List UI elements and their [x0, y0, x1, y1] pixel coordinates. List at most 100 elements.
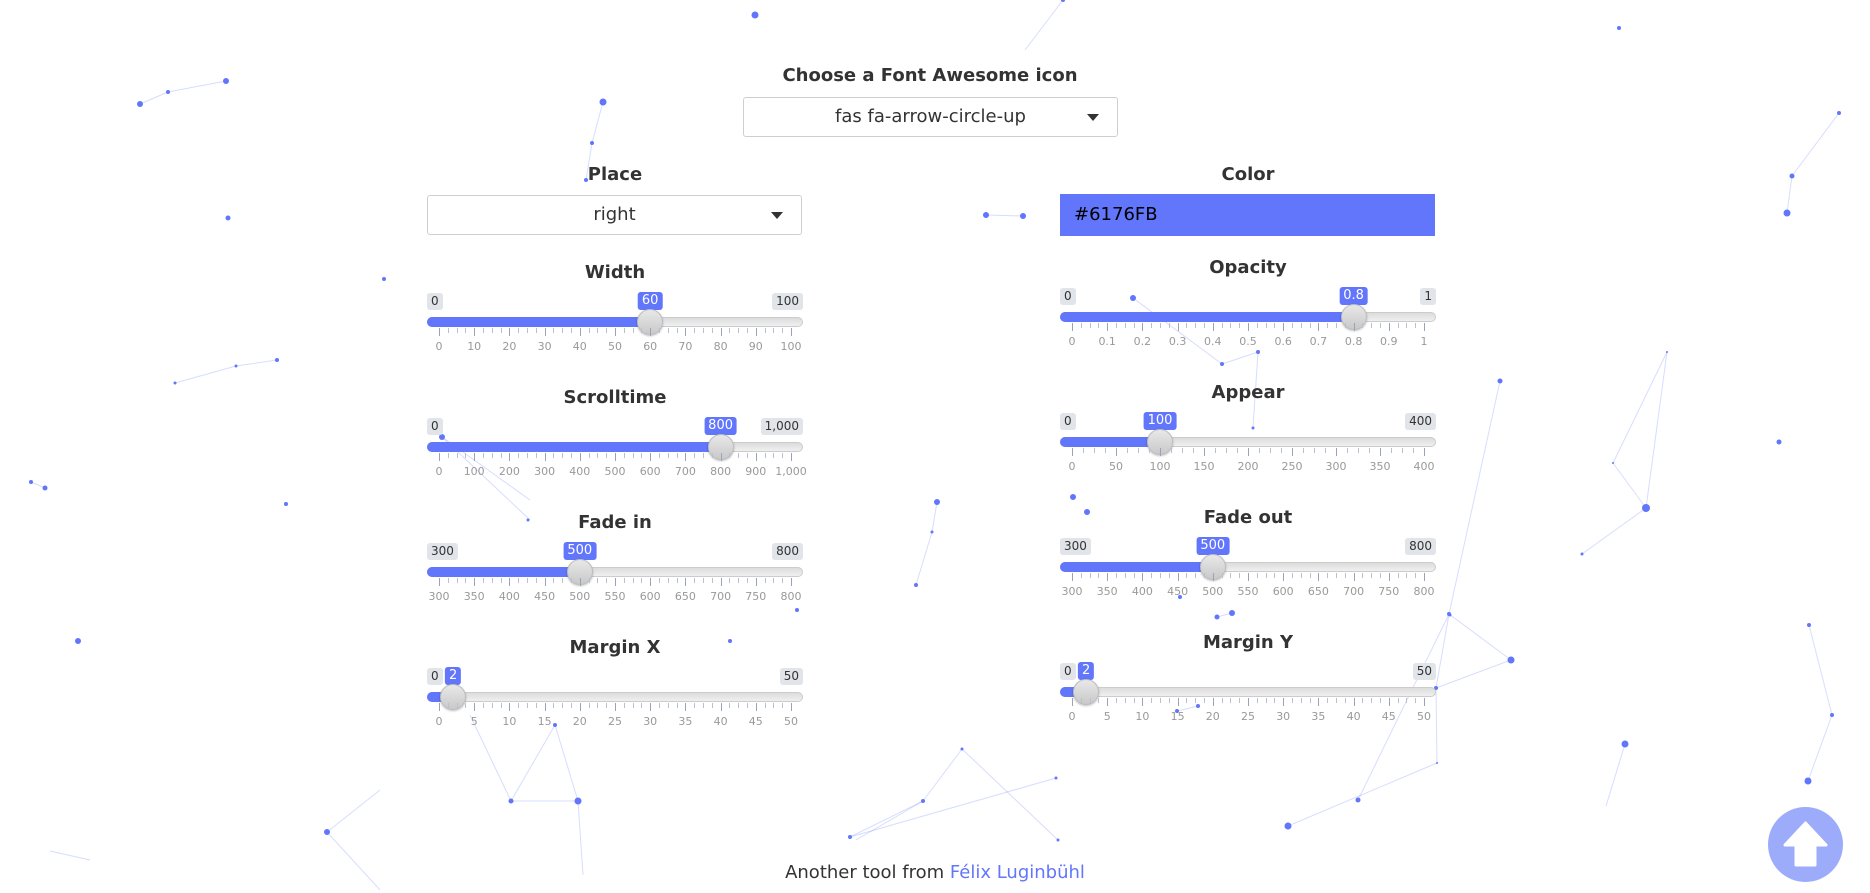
fadeout-slider[interactable]: 300 800 500 300 350 400 450 500 550 600 650 700 750 8…	[1060, 537, 1436, 610]
tick-label: 800	[780, 590, 802, 603]
fadein-fill	[427, 567, 580, 577]
tick-label: 0.3	[1168, 335, 1187, 348]
minor-tick	[491, 328, 493, 333]
tick-label: 70	[678, 340, 693, 353]
minor-tick	[1256, 698, 1258, 703]
marginy-slider[interactable]: 0 50 2 0 5 10 15 20 25 30 35 40 45 50	[1060, 662, 1436, 735]
minor-tick	[738, 578, 740, 583]
width-slider[interactable]: 0 100 60 0 10 20 30 40 50 60 70 80 90 100	[427, 292, 803, 365]
minor-tick	[597, 578, 599, 583]
major-tick	[650, 703, 652, 711]
minor-tick	[1300, 573, 1302, 578]
place-select[interactable]: right	[427, 195, 802, 235]
minor-tick	[456, 453, 458, 458]
major-tick	[1248, 698, 1249, 706]
minor-tick	[1300, 323, 1302, 328]
appear-value-label: 100	[1143, 412, 1177, 430]
opacity-slider[interactable]: 0 1 0.8 0 0.1 0.2 0.3 0.4 0.5 0.6 0.7 0.8 0.9 1	[1060, 287, 1436, 360]
tick-label: 300	[1061, 585, 1083, 598]
minor-tick	[483, 578, 484, 583]
minor-tick	[1221, 573, 1223, 578]
fadeout-fill	[1060, 562, 1213, 572]
tick-label: 300	[1325, 460, 1347, 473]
minor-tick	[1369, 448, 1370, 453]
minor-tick	[1089, 698, 1091, 703]
minor-tick	[729, 453, 731, 458]
major-tick	[509, 328, 511, 336]
color-input[interactable]	[1060, 194, 1435, 236]
minor-tick	[1186, 573, 1188, 578]
major-tick	[1107, 698, 1109, 706]
minor-tick	[606, 703, 608, 708]
tick-label: 80	[713, 340, 728, 353]
minor-tick	[729, 703, 731, 708]
minor-tick	[1274, 323, 1276, 328]
minor-tick	[1080, 698, 1082, 703]
appear-slider[interactable]: 0 400 100 0 50 100 150 200 250 300 350 400	[1060, 412, 1436, 485]
major-tick	[509, 703, 511, 711]
minor-tick	[447, 578, 449, 583]
tick-label: 400	[569, 465, 591, 478]
tick-label: 30	[537, 340, 552, 353]
minor-tick	[1133, 698, 1135, 703]
minor-tick	[1124, 573, 1126, 578]
tick-label: 300	[428, 590, 450, 603]
major-tick	[1072, 323, 1073, 331]
minor-tick	[1397, 323, 1399, 328]
tick-label: 100	[463, 465, 485, 478]
minor-tick	[1182, 448, 1183, 453]
major-tick	[720, 703, 722, 711]
minor-tick	[623, 578, 625, 583]
scrolltime-slider[interactable]: 0 1,000 800 0 100 200 300 400 500 600 700 800 900 1,0…	[427, 417, 807, 490]
fadeout-max-label: 800	[1405, 538, 1436, 555]
minor-tick	[562, 453, 564, 458]
minor-tick	[1195, 573, 1197, 578]
tick-label: 20	[1205, 710, 1220, 723]
fadein-slider[interactable]: 300 800 500 300 350 400 450 500 550 600 650 700 750 8…	[427, 542, 803, 615]
tick-label: 200	[1237, 460, 1259, 473]
tick-label: 350	[463, 590, 485, 603]
minor-tick	[1309, 573, 1311, 578]
width-value-label: 60	[637, 292, 663, 310]
scrolltime-min-label: 0	[427, 418, 443, 435]
scroll-to-top-button[interactable]	[1768, 807, 1843, 882]
author-link[interactable]: Félix Luginbühl	[950, 862, 1085, 883]
tick-label: 10	[1135, 710, 1150, 723]
minor-tick	[1397, 698, 1399, 703]
minor-tick	[1127, 448, 1128, 453]
minor-tick	[500, 328, 502, 333]
marginx-track[interactable]	[427, 692, 803, 702]
marginx-max-label: 50	[779, 668, 803, 685]
minor-tick	[703, 453, 704, 458]
tick-label: 20	[502, 340, 517, 353]
marginy-track[interactable]	[1060, 687, 1436, 697]
minor-tick	[1186, 698, 1188, 703]
minor-tick	[782, 453, 784, 458]
icon-chooser-select[interactable]: fas fa-arrow-circle-up	[743, 97, 1118, 137]
minor-tick	[1265, 323, 1267, 328]
major-tick	[1424, 698, 1425, 706]
minor-tick	[1358, 448, 1359, 453]
arrow-circle-up-icon	[1783, 821, 1828, 867]
chevron-down-icon	[771, 212, 783, 219]
tick-label: 700	[710, 590, 732, 603]
tick-label: 45	[748, 715, 763, 728]
minor-tick	[676, 453, 678, 458]
minor-tick	[1133, 573, 1135, 578]
minor-tick	[747, 453, 748, 458]
minor-tick	[588, 328, 590, 333]
tick-label: 5	[470, 715, 478, 728]
minor-tick	[1195, 698, 1197, 703]
tick-label: 100	[780, 340, 802, 353]
minor-tick	[588, 703, 590, 708]
major-tick	[1388, 323, 1390, 331]
minor-tick	[1336, 698, 1337, 703]
major-tick	[1072, 698, 1073, 706]
major-tick	[791, 453, 792, 461]
tick-label: 35	[1311, 710, 1326, 723]
major-tick	[615, 453, 616, 461]
tick-label: 45	[1381, 710, 1396, 723]
marginx-slider[interactable]: 0 50 2 0 5 10 15 20 25 30 35 40 45 50	[427, 667, 803, 740]
minor-tick	[729, 328, 731, 333]
major-tick	[1212, 573, 1214, 581]
